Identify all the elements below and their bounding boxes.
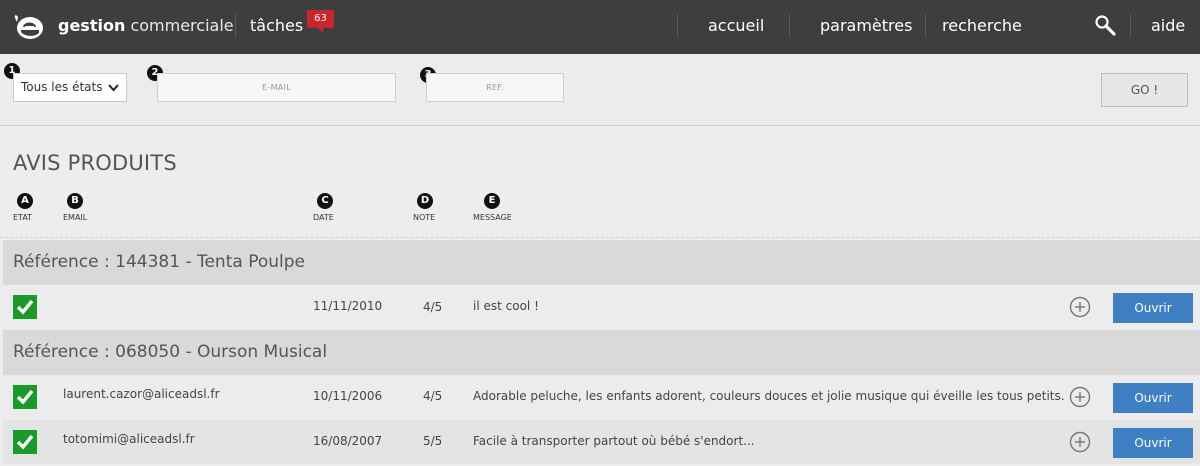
column-label-note: NOTE	[413, 213, 436, 222]
column-label-state: ETAT	[13, 213, 33, 222]
page-title: AVIS PRODUITS	[13, 151, 177, 175]
review-row: 11/11/2010 4/5 il est cool ! Ouvrir	[3, 285, 1200, 329]
state-select[interactable]: Tous les états	[13, 73, 127, 102]
ref-filter-input[interactable]: REF.	[426, 73, 564, 102]
open-button[interactable]: Ouvrir	[1113, 293, 1193, 323]
nav-search[interactable]: recherche	[942, 16, 1022, 35]
product-group-title: Référence : 068050 - Ourson Musical	[13, 342, 328, 362]
review-note: 4/5	[423, 300, 443, 314]
email-filter-input[interactable]: E-MAIL	[157, 73, 396, 102]
review-message: Facile à transporter partout où bébé s'e…	[473, 434, 755, 448]
brand-light: commerciale	[130, 16, 234, 35]
column-label-date: DATE	[313, 213, 334, 222]
nav-divider	[925, 14, 926, 38]
review-date: 11/11/2010	[313, 299, 383, 313]
nav-tasks[interactable]: tâches	[250, 16, 303, 35]
product-group-header: Référence : 144381 - Tenta Poulpe	[3, 240, 1200, 285]
column-marker-d: D	[417, 193, 433, 209]
product-group-header: Référence : 068050 - Ourson Musical	[3, 330, 1200, 375]
review-email: totomimi@aliceadsl.fr	[63, 432, 195, 446]
nav-divider	[789, 14, 790, 38]
review-email: laurent.cazor@aliceadsl.fr	[63, 387, 220, 401]
app-title[interactable]: gestion commerciale	[58, 16, 234, 35]
column-label-email: EMAIL	[63, 213, 88, 222]
column-marker-e: E	[484, 193, 500, 209]
tasks-count-badge[interactable]: 63	[307, 10, 334, 33]
nav-divider	[677, 14, 678, 38]
plus-circle-icon[interactable]	[1069, 386, 1091, 408]
review-row: totomimi@aliceadsl.fr 16/08/2007 5/5 Fac…	[3, 420, 1200, 464]
review-note: 4/5	[423, 389, 443, 403]
state-select-value: Tous les états	[21, 80, 103, 94]
plus-circle-icon[interactable]	[1069, 431, 1091, 453]
open-button[interactable]: Ouvrir	[1113, 383, 1193, 413]
column-marker-b: B	[67, 193, 83, 209]
brand-bold: gestion	[58, 16, 126, 35]
review-note: 5/5	[423, 434, 443, 448]
chevron-down-icon	[108, 84, 119, 92]
nav-settings[interactable]: paramètres	[820, 16, 912, 35]
review-row: laurent.cazor@aliceadsl.fr 10/11/2006 4/…	[3, 375, 1200, 419]
top-bar: gestion commerciale tâches 63 accueil pa…	[0, 0, 1200, 54]
checkmark-icon[interactable]	[13, 430, 37, 454]
header-divider	[0, 237, 1200, 238]
search-icon[interactable]	[1093, 14, 1117, 38]
open-button[interactable]: Ouvrir	[1113, 428, 1193, 458]
filter-bar: 1 Tous les états 2 E-MAIL 3 REF. GO !	[0, 54, 1200, 126]
column-marker-c: C	[317, 193, 333, 209]
column-marker-a: A	[17, 193, 33, 209]
column-label-message: MESSAGE	[473, 213, 512, 222]
nav-divider	[235, 14, 236, 38]
checkmark-icon[interactable]	[13, 295, 37, 319]
review-date: 10/11/2006	[313, 389, 383, 403]
nav-divider	[1130, 14, 1131, 38]
checkmark-icon[interactable]	[13, 385, 37, 409]
product-group-title: Référence : 144381 - Tenta Poulpe	[13, 252, 305, 272]
nav-home[interactable]: accueil	[708, 16, 764, 35]
review-message: Adorable peluche, les enfants adorent, c…	[473, 389, 1065, 403]
go-button[interactable]: GO !	[1101, 73, 1188, 107]
review-date: 16/08/2007	[313, 434, 383, 448]
app-logo-icon[interactable]	[12, 13, 46, 41]
nav-help[interactable]: aide	[1151, 16, 1185, 35]
review-message: il est cool !	[473, 299, 539, 313]
plus-circle-icon[interactable]	[1069, 296, 1091, 318]
